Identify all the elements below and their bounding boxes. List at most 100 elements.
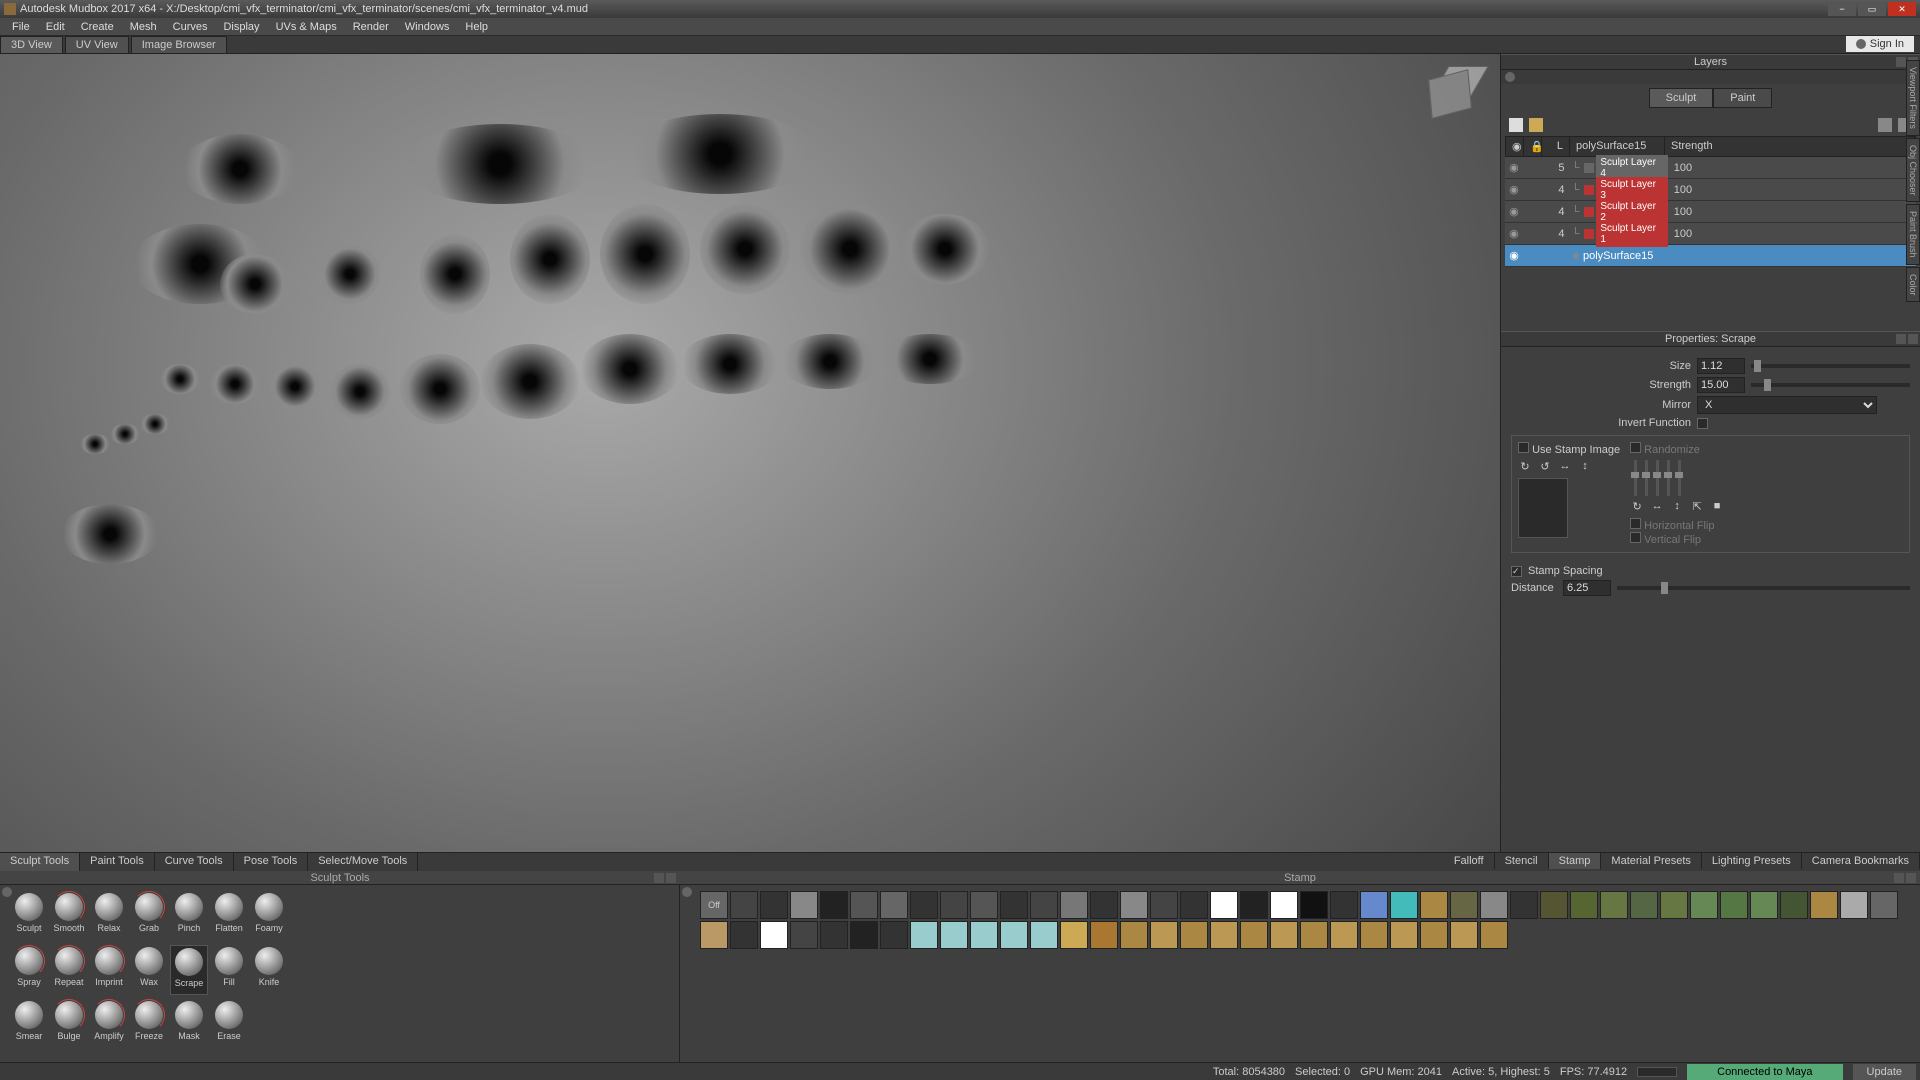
stamp-thumbnail[interactable] xyxy=(1180,921,1208,949)
stamp-thumbnail[interactable] xyxy=(1270,921,1298,949)
randomize-stop-icon[interactable]: ■ xyxy=(1710,500,1724,514)
sculpt-tool-sculpt[interactable]: Sculpt xyxy=(10,891,48,941)
sculpt-tool-repeat[interactable]: Repeat xyxy=(50,945,88,995)
close-icon[interactable] xyxy=(666,873,676,883)
flip-h-icon[interactable]: ↔ xyxy=(1558,460,1572,474)
sculpt-tool-fill[interactable]: Fill xyxy=(210,945,248,995)
randomize-flip-v-icon[interactable]: ↕ xyxy=(1670,500,1684,514)
stamp-thumbnail[interactable] xyxy=(1720,891,1748,919)
size-slider[interactable] xyxy=(1751,364,1910,368)
stamp-thumbnail[interactable] xyxy=(1330,921,1358,949)
stamp-thumbnail[interactable] xyxy=(1480,921,1508,949)
distance-slider[interactable] xyxy=(1617,586,1910,590)
stamp-thumbnail[interactable] xyxy=(910,891,938,919)
stamp-thumbnail[interactable] xyxy=(1870,891,1898,919)
side-tab-viewportfilters[interactable]: Viewport Filters xyxy=(1906,60,1920,136)
view-tab-uvview[interactable]: UV View xyxy=(65,36,129,53)
menu-mesh[interactable]: Mesh xyxy=(122,21,165,33)
randomize-export-icon[interactable]: ⇱ xyxy=(1690,500,1704,514)
view-tab-dview[interactable]: 3D View xyxy=(0,36,63,53)
collapse-icon[interactable] xyxy=(2,887,12,897)
stamp-thumbnail[interactable] xyxy=(880,891,908,919)
stamp-thumbnail[interactable] xyxy=(1300,891,1328,919)
stamp-thumbnail[interactable] xyxy=(1420,921,1448,949)
sculpt-tool-amplify[interactable]: Amplify xyxy=(90,999,128,1049)
stamp-thumbnail[interactable] xyxy=(970,921,998,949)
spacing-checkbox[interactable] xyxy=(1511,566,1522,577)
stamp-thumbnail[interactable] xyxy=(850,891,878,919)
tool-tab-lightingpresets[interactable]: Lighting Presets xyxy=(1702,853,1802,869)
stamp-thumbnail[interactable] xyxy=(760,921,788,949)
close-panel-icon[interactable] xyxy=(1908,334,1918,344)
invert-checkbox[interactable] xyxy=(1697,418,1708,429)
stamp-thumbnail[interactable] xyxy=(1090,891,1118,919)
stamp-thumbnail[interactable] xyxy=(1030,921,1058,949)
stamp-thumbnail[interactable] xyxy=(1120,921,1148,949)
sculpt-tool-relax[interactable]: Relax xyxy=(90,891,128,941)
open-layer-icon[interactable] xyxy=(1529,118,1543,132)
stamp-thumbnail[interactable] xyxy=(1570,891,1598,919)
menu-display[interactable]: Display xyxy=(215,21,267,33)
tool-tab-selectmovetools[interactable]: Select/Move Tools xyxy=(308,853,418,871)
tool-tab-posetools[interactable]: Pose Tools xyxy=(234,853,309,871)
stamp-thumbnail[interactable] xyxy=(1210,921,1238,949)
stamp-thumbnail[interactable] xyxy=(1330,891,1358,919)
menu-uvsmaps[interactable]: UVs & Maps xyxy=(268,21,345,33)
sculpt-tool-flatten[interactable]: Flatten xyxy=(210,891,248,941)
pin-icon[interactable] xyxy=(1896,334,1906,344)
stamp-thumbnail[interactable] xyxy=(790,891,818,919)
hflip-checkbox[interactable] xyxy=(1630,518,1641,529)
stamp-thumbnail[interactable] xyxy=(1360,891,1388,919)
sculpt-tool-smear[interactable]: Smear xyxy=(10,999,48,1049)
flip-v-icon[interactable]: ↕ xyxy=(1578,460,1592,474)
stamp-thumbnail[interactable] xyxy=(700,921,728,949)
layer-row[interactable]: ◉4└Sculpt Layer 3100 xyxy=(1505,179,1916,201)
stamp-thumbnail[interactable] xyxy=(1060,891,1088,919)
menu-create[interactable]: Create xyxy=(73,21,122,33)
stamp-thumbnail[interactable] xyxy=(1630,891,1658,919)
visibility-toggle[interactable]: ◉ xyxy=(1505,183,1523,196)
visibility-column-icon[interactable]: ◉ xyxy=(1506,137,1524,156)
stamp-thumbnail[interactable] xyxy=(1360,921,1388,949)
stamp-thumbnail[interactable] xyxy=(1840,891,1868,919)
stamp-thumbnail[interactable] xyxy=(1030,891,1058,919)
stamp-thumbnail[interactable] xyxy=(940,891,968,919)
maya-connection-badge[interactable]: Connected to Maya xyxy=(1687,1064,1842,1080)
stamp-thumbnail[interactable] xyxy=(1090,921,1118,949)
sculpt-tool-freeze[interactable]: Freeze xyxy=(130,999,168,1049)
stamp-thumbnail[interactable] xyxy=(1120,891,1148,919)
randomize-flip-h-icon[interactable]: ↔ xyxy=(1650,500,1664,514)
sculpt-tool-wax[interactable]: Wax xyxy=(130,945,168,995)
distance-input[interactable] xyxy=(1563,580,1611,596)
visibility-toggle[interactable]: ◉ xyxy=(1505,161,1523,174)
mirror-select[interactable]: X xyxy=(1697,396,1877,414)
pin-icon[interactable] xyxy=(1896,57,1906,67)
update-button[interactable]: Update xyxy=(1853,1064,1916,1080)
stamp-thumbnail[interactable] xyxy=(970,891,998,919)
stamp-thumbnail[interactable] xyxy=(1450,891,1478,919)
stamp-checkbox[interactable] xyxy=(1518,442,1529,453)
stamp-thumbnail[interactable] xyxy=(1780,891,1808,919)
stamp-thumbnail[interactable] xyxy=(1000,891,1028,919)
stamp-thumbnail[interactable] xyxy=(1750,891,1778,919)
stamp-thumbnail[interactable] xyxy=(1270,891,1298,919)
navigation-cube[interactable] xyxy=(1420,64,1480,124)
tool-tab-sculpttools[interactable]: Sculpt Tools xyxy=(0,853,80,871)
strength-input[interactable] xyxy=(1697,377,1745,393)
stamp-thumbnail[interactable] xyxy=(1240,891,1268,919)
lock-column-icon[interactable]: 🔒 xyxy=(1524,137,1542,156)
tool-tab-stamp[interactable]: Stamp xyxy=(1549,853,1602,869)
stamp-thumbnail[interactable] xyxy=(1420,891,1448,919)
stamp-thumbnail[interactable] xyxy=(1510,891,1538,919)
stamp-thumbnail[interactable] xyxy=(730,921,758,949)
collapse-icon[interactable] xyxy=(682,887,692,897)
new-layer-icon[interactable] xyxy=(1509,118,1523,132)
layer-row[interactable]: ◉4└Sculpt Layer 1100 xyxy=(1505,223,1916,245)
side-tab-color[interactable]: Color xyxy=(1906,267,1920,303)
maximize-button[interactable]: ▭ xyxy=(1858,2,1886,16)
stamp-thumbnail[interactable] xyxy=(1180,891,1208,919)
stamp-thumbnail[interactable] xyxy=(1450,921,1478,949)
stamp-preview[interactable] xyxy=(1518,478,1568,538)
menu-render[interactable]: Render xyxy=(345,21,397,33)
rotate-ccw-icon[interactable]: ↺ xyxy=(1538,460,1552,474)
